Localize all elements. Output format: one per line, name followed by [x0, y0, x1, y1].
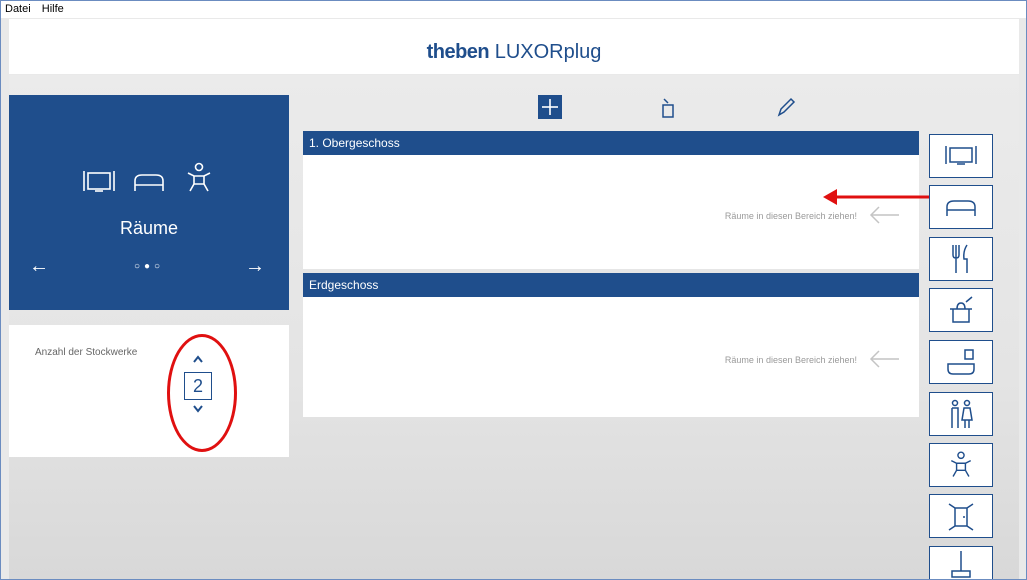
product-name: LUXORplug — [494, 41, 602, 63]
cutlery-icon — [952, 244, 968, 273]
delete-button[interactable] — [656, 95, 680, 119]
room-tile-dining[interactable] — [929, 237, 993, 281]
category-icons — [9, 161, 289, 200]
arrow-left-icon — [869, 350, 899, 368]
toilet-icon — [951, 399, 973, 428]
floor-header-upper[interactable]: 1. Obergeschoss — [303, 131, 919, 155]
room-tile-bedroom[interactable] — [929, 185, 993, 229]
app-window: Datei Hilfe theben LUXORplug Räume ← ○●○… — [0, 0, 1027, 580]
pencil-icon — [777, 97, 796, 117]
app-logo: theben LUXORplug — [9, 41, 1019, 64]
trash-icon — [662, 98, 674, 118]
room-tile-bathroom[interactable] — [929, 340, 993, 384]
app-header: theben LUXORplug — [9, 19, 1019, 74]
menu-bar: Datei Hilfe — [1, 1, 1026, 18]
room-tile-childroom[interactable] — [929, 443, 993, 487]
bed-icon — [134, 174, 164, 191]
add-floor-button[interactable] — [538, 95, 562, 119]
child-icon — [950, 451, 972, 477]
room-tile-hallway[interactable] — [929, 494, 993, 538]
bed-icon — [946, 200, 976, 216]
annotation-circle — [167, 334, 237, 452]
floors-label: Anzahl der Stockwerke — [35, 347, 138, 358]
floor-header-ground[interactable]: Erdgeschoss — [303, 273, 919, 297]
drop-hint-upper: Räume in diesen Bereich ziehen! — [724, 211, 857, 221]
menu-file[interactable]: Datei — [1, 1, 35, 15]
tv-icon — [945, 146, 977, 165]
room-tile-living[interactable] — [929, 134, 993, 178]
hallway-icon — [948, 503, 974, 531]
arrow-left-icon — [869, 206, 899, 224]
next-category-button[interactable]: → — [245, 255, 265, 278]
bathtub-icon — [947, 349, 975, 375]
menu-help[interactable]: Hilfe — [38, 1, 68, 15]
floor-drop-area-ground[interactable]: Räume in diesen Bereich ziehen! — [303, 297, 919, 417]
add-icon — [542, 99, 558, 115]
room-category-panel: Räume ← ○●○ → — [9, 95, 289, 310]
edit-button[interactable] — [774, 95, 798, 119]
room-tile-utility[interactable] — [929, 546, 993, 579]
lamp-icon — [951, 551, 971, 578]
category-title: Räume — [119, 218, 179, 238]
floor-drop-area-upper[interactable]: Räume in diesen Bereich ziehen! — [303, 155, 919, 269]
room-tile-toilet[interactable] — [929, 392, 993, 436]
brand-name: theben — [426, 41, 490, 63]
drop-hint-ground: Räume in diesen Bereich ziehen! — [724, 355, 857, 365]
room-tile-kitchen[interactable] — [929, 288, 993, 332]
tv-icon — [82, 171, 115, 192]
floors-panel: Anzahl der Stockwerke 2 — [9, 325, 289, 457]
child-icon — [188, 162, 211, 192]
pot-icon — [950, 296, 973, 323]
